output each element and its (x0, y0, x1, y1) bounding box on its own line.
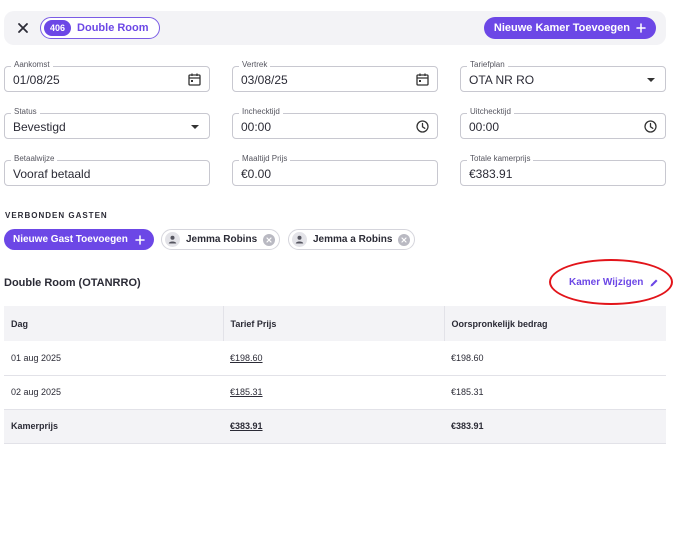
payment-method-value: Vooraf betaald (13, 167, 91, 181)
rate-table: Dag Tarief Prijs Oorspronkelijk bedrag 0… (4, 306, 666, 444)
status-select[interactable]: Status Bevestigd (4, 107, 210, 139)
status-value: Bevestigd (13, 120, 66, 134)
room-type-label: Double Room (77, 22, 149, 34)
add-guest-button[interactable]: Nieuwe Gast Toevoegen (4, 229, 154, 250)
room-header-bar: 406 Double Room Nieuwe Kamer Toevoegen (4, 11, 666, 45)
departure-field[interactable]: Vertrek 03/08/25 (232, 60, 438, 92)
room-chip[interactable]: 406 Double Room (40, 17, 160, 39)
chevron-down-icon (647, 78, 655, 82)
arrival-label: Aankomst (11, 60, 53, 69)
departure-label: Vertrek (239, 60, 271, 69)
person-icon (292, 232, 307, 247)
plus-icon (636, 23, 646, 33)
table-row: 01 aug 2025 €198.60 €198.60 (4, 341, 666, 376)
rate-price-link[interactable]: €185.31 (223, 375, 444, 410)
total-rate-link[interactable]: €383.91 (223, 409, 444, 444)
close-icon[interactable] (14, 19, 32, 37)
clock-icon[interactable] (416, 120, 429, 133)
day-cell: 01 aug 2025 (4, 341, 223, 376)
total-original-cell: €383.91 (444, 409, 666, 444)
add-room-label: Nieuwe Kamer Toevoegen (493, 22, 630, 34)
room-number-badge: 406 (44, 20, 72, 36)
guest-name: Jemma Robins (186, 234, 258, 245)
original-amount-cell: €198.60 (444, 341, 666, 376)
total-room-price-field[interactable]: Totale kamerprijs €383.91 (460, 154, 666, 186)
checkout-time-field[interactable]: Uitchecktijd 00:00 (460, 107, 666, 139)
meal-price-value: €0.00 (241, 167, 272, 181)
rate-plan-value: OTA NR RO (469, 73, 535, 87)
guest-chip[interactable]: Jemma Robins (161, 229, 281, 250)
arrival-value: 01/08/25 (13, 73, 60, 87)
add-guest-label: Nieuwe Gast Toevoegen (13, 234, 128, 245)
annotation-circle (549, 259, 673, 305)
departure-value: 03/08/25 (241, 73, 288, 87)
rate-plan-select[interactable]: Tariefplan OTA NR RO (460, 60, 666, 92)
total-room-price-value: €383.91 (469, 167, 513, 181)
arrival-field[interactable]: Aankomst 01/08/25 (4, 60, 210, 92)
plus-icon (135, 234, 145, 245)
clock-icon[interactable] (644, 120, 657, 133)
chevron-down-icon (191, 125, 199, 129)
total-room-price-label: Totale kamerprijs (467, 154, 534, 163)
checkout-time-value: 00:00 (469, 120, 500, 134)
total-row: Kamerprijs €383.91 €383.91 (4, 409, 666, 444)
meal-price-field[interactable]: Maaltijd Prijs €0.00 (232, 154, 438, 186)
checkout-time-label: Uitchecktijd (467, 107, 514, 116)
column-header-rate: Tarief Prijs (222, 306, 444, 341)
table-header-row: Dag Tarief Prijs Oorspronkelijk bedrag (4, 306, 666, 341)
column-header-original: Oorspronkelijk bedrag (443, 306, 666, 341)
remove-icon[interactable] (398, 233, 411, 246)
rate-price-link[interactable]: €198.60 (223, 341, 444, 376)
status-label: Status (11, 107, 40, 116)
room-section-title: Double Room (OTANRRO) (4, 277, 141, 289)
payment-method-field[interactable]: Betaalwijze Vooraf betaald (4, 154, 210, 186)
remove-icon[interactable] (263, 233, 276, 246)
add-room-button[interactable]: Nieuwe Kamer Toevoegen (483, 17, 656, 39)
meal-price-label: Maaltijd Prijs (239, 154, 291, 163)
total-label: Kamerprijs (4, 409, 223, 444)
original-amount-cell: €185.31 (444, 375, 666, 410)
guest-chip[interactable]: Jemma a Robins (288, 229, 416, 250)
guest-name: Jemma a Robins (313, 234, 393, 245)
linked-guests-title: VERBONDEN GASTEN (5, 211, 108, 220)
checkin-time-label: Inchecktijd (239, 107, 283, 116)
payment-method-label: Betaalwijze (11, 154, 58, 163)
person-icon (165, 232, 180, 247)
calendar-icon[interactable] (416, 73, 429, 86)
rate-plan-label: Tariefplan (467, 60, 508, 69)
calendar-icon[interactable] (188, 73, 201, 86)
checkin-time-value: 00:00 (241, 120, 272, 134)
table-row: 02 aug 2025 €185.31 €185.31 (4, 375, 666, 410)
column-header-day: Dag (4, 306, 223, 341)
checkin-time-field[interactable]: Inchecktijd 00:00 (232, 107, 438, 139)
day-cell: 02 aug 2025 (4, 375, 223, 410)
